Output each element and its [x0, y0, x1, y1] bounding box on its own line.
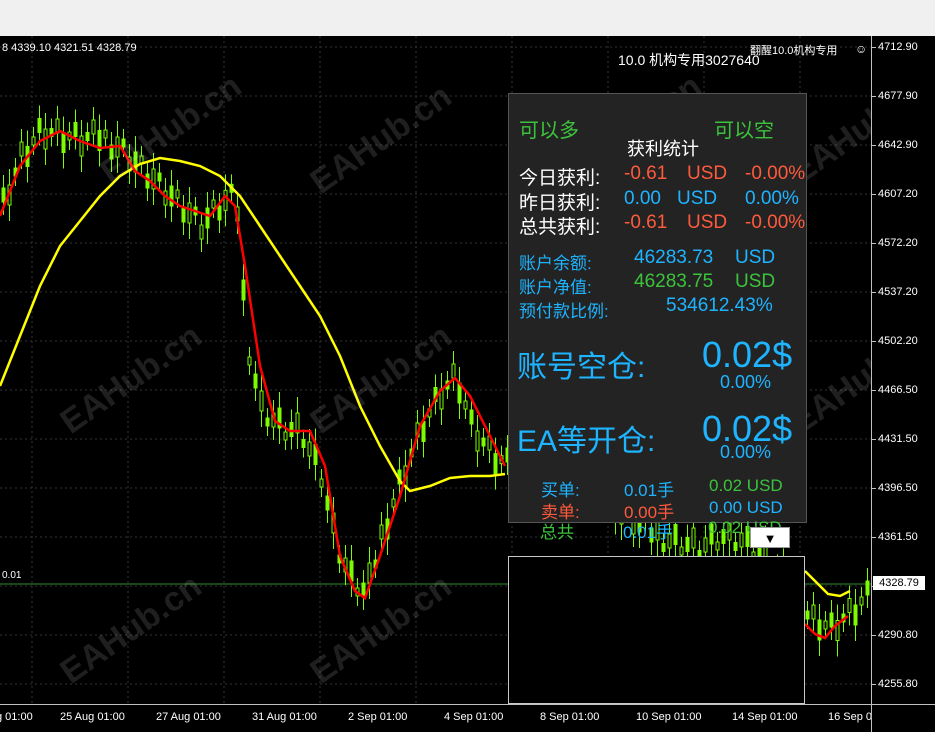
balance-currency: USD — [735, 247, 776, 268]
price-axis: 4712.90 4677.90 4642.90 4607.20 4572.20 4537.… — [871, 36, 935, 704]
time-axis: g 01:00 25 Aug 01:00 27 Aug 01:00 31 Aug 01… — [0, 704, 893, 732]
mt4-chart-window: EAHub.cn EAHub.cn EAHub.cn EAHub.cn EAHu… — [0, 0, 935, 732]
slow-moving-average-line — [0, 156, 506, 493]
price-tick-label: 4572.20 — [872, 237, 918, 249]
account-id-overlay: 10.0 机构专用3027640 — [618, 52, 760, 68]
margin-level-label: 预付款比例: — [519, 302, 609, 321]
price-tick-label: 4431.50 — [872, 433, 918, 445]
price-tick-label: 4502.20 — [872, 335, 918, 347]
equity-value: 46283.75 — [634, 271, 714, 292]
yesterday-profit-currency: USD — [677, 188, 718, 209]
total-profit-currency: USD — [687, 212, 728, 233]
price-tick-label: 4361.50 — [872, 531, 918, 543]
stats-title: 获利统计 — [627, 139, 699, 159]
hidden-subpanel — [508, 556, 805, 704]
order-line-label: 0.01 — [2, 570, 22, 581]
yesterday-profit-value: 0.00 — [624, 188, 661, 209]
time-tick-label: 10 Sep 01:00 — [636, 711, 702, 723]
expert-advisor-label: 翻醒10.0机构专用 — [750, 45, 838, 57]
can-short-label[interactable]: 可以空 — [714, 114, 774, 143]
ohlc-readout: 8 4339.10 4321.51 4328.79 — [2, 42, 137, 54]
time-tick-label: g 01:00 — [0, 711, 33, 723]
total-orders-label: 总共 — [540, 523, 574, 542]
price-tick-label: 4607.20 — [872, 188, 918, 200]
price-tick-label: 4677.90 — [872, 90, 918, 102]
yesterday-profit-percent: 0.00% — [745, 188, 799, 209]
can-long-label[interactable]: 可以多 — [519, 114, 579, 143]
account-flat-label: 账号空仓: — [517, 351, 646, 384]
account-flat-percent: 0.00% — [720, 372, 772, 392]
time-tick-label: 31 Aug 01:00 — [252, 711, 317, 723]
sell-orders-profit: 0.00 USD — [709, 498, 783, 517]
time-tick-label: 4 Sep 01:00 — [444, 711, 504, 723]
ea-info-panel: 可以多 可以空 获利统计 今日获利: -0.61 USD -0.00% 昨日获利… — [508, 93, 807, 523]
total-profit-label: 总共获利: — [519, 217, 601, 238]
price-tick-label: 4396.50 — [872, 482, 918, 494]
balance-label: 账户余额: — [519, 254, 592, 273]
today-profit-currency: USD — [687, 163, 728, 184]
time-tick-label: 8 Sep 01:00 — [540, 711, 600, 723]
today-profit-value: -0.61 — [624, 163, 668, 184]
triangle-down-icon[interactable]: ▼ — [750, 527, 790, 548]
buy-orders-profit: 0.02 USD — [709, 476, 783, 495]
ea-waiting-label: EA等开仓: — [517, 425, 656, 458]
total-orders-lots: 0.01手 — [623, 523, 674, 542]
total-profit-value: -0.61 — [624, 212, 668, 233]
price-tick-label: 4466.50 — [872, 384, 918, 396]
price-tick-label: 4642.90 — [872, 139, 918, 151]
time-tick-label: 2 Sep 01:00 — [348, 711, 408, 723]
total-profit-percent: -0.00% — [745, 212, 806, 233]
today-profit-percent: -0.00% — [745, 163, 806, 184]
window-title-strip — [0, 0, 935, 37]
yesterday-profit-label: 昨日获利: — [519, 193, 601, 214]
fast-moving-average-line — [0, 129, 507, 600]
ea-waiting-percent: 0.00% — [720, 442, 772, 462]
price-tick-label: 4712.90 — [872, 41, 918, 53]
account-flat-value: 0.02$ — [702, 334, 793, 375]
equity-label: 账户净值: — [519, 278, 592, 297]
today-profit-label: 今日获利: — [519, 168, 601, 189]
price-tick-label: 4537.20 — [872, 286, 918, 298]
price-tick-label: 4290.80 — [872, 629, 918, 641]
time-tick-label: 14 Sep 01:00 — [732, 711, 798, 723]
smiley-icon[interactable]: ☺ — [855, 42, 867, 56]
equity-currency: USD — [735, 271, 776, 292]
price-tick-label: 4255.80 — [872, 678, 918, 690]
margin-level-value: 534612.43% — [666, 295, 773, 316]
balance-value: 46283.73 — [634, 247, 714, 268]
axis-corner — [871, 704, 935, 732]
current-price-tag: 4328.79 — [873, 576, 925, 590]
time-tick-label: 25 Aug 01:00 — [60, 711, 125, 723]
time-tick-label: 27 Aug 01:00 — [156, 711, 221, 723]
